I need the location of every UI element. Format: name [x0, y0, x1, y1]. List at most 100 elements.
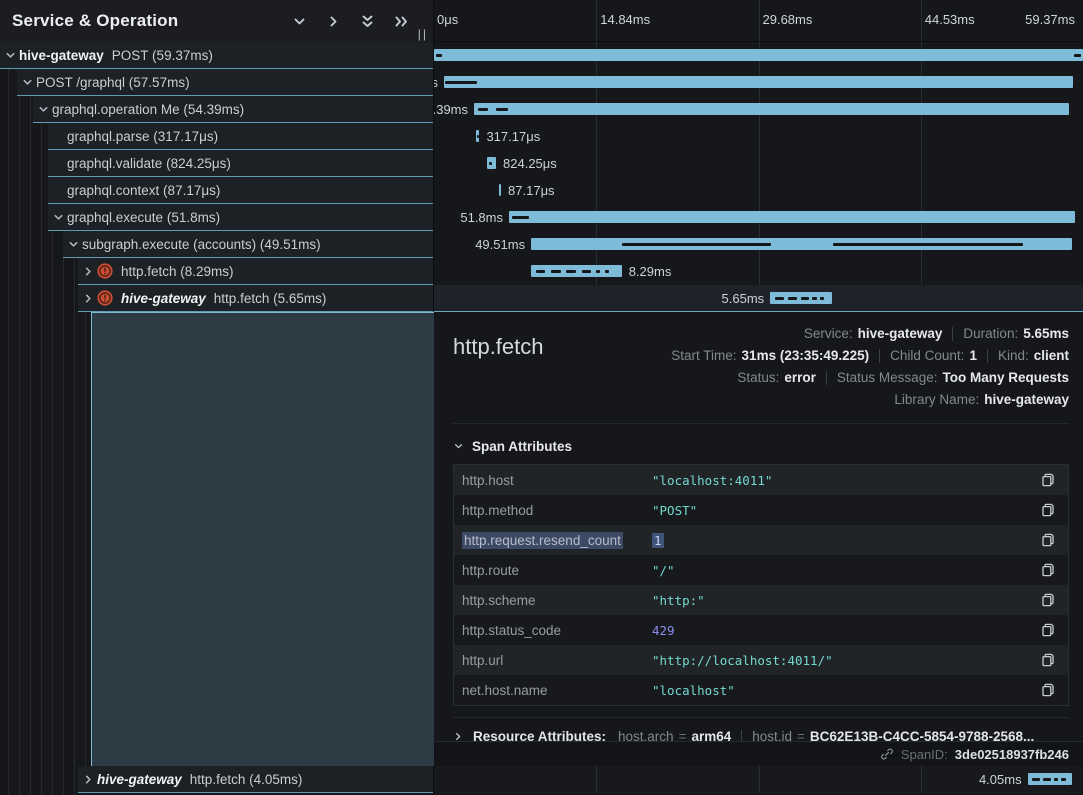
chevron-right-icon[interactable]	[81, 774, 95, 785]
span-name-label: POST /graphql (57.57ms)	[36, 75, 190, 90]
duration-label: 5.65ms	[722, 285, 765, 312]
child-span-mark	[812, 297, 816, 300]
meta-item: Duration:5.65ms	[963, 326, 1069, 341]
duration-label: 49.51ms	[475, 231, 525, 258]
collapse-all-icon[interactable]	[360, 14, 375, 29]
timeline-row: 49.51ms	[434, 231, 1083, 258]
copy-icon[interactable]	[1040, 682, 1056, 698]
attribute-row[interactable]: http.host"localhost:4011"	[454, 465, 1068, 495]
attribute-row[interactable]: http.scheme"http:"	[454, 585, 1068, 615]
timeline-row	[434, 42, 1083, 69]
copy-icon[interactable]	[1040, 622, 1056, 638]
timeline-row: 8.29ms	[434, 258, 1083, 285]
span-meta: Service:hive-gateway Duration:5.65ms Start…	[671, 326, 1069, 407]
chevron-down-icon[interactable]	[51, 212, 65, 223]
chevron-down-icon[interactable]	[3, 50, 17, 61]
meta-line: Start Time:31ms (23:35:49.225)Child Coun…	[671, 348, 1069, 363]
meta-item: Service:hive-gateway	[804, 326, 943, 341]
span-id-value: 3de02518937fb246	[955, 747, 1069, 762]
chevron-down-icon[interactable]	[20, 77, 34, 88]
span-attributes-title: Span Attributes	[472, 439, 572, 454]
attribute-value: 1	[652, 533, 1040, 548]
tree-row[interactable]: POST /graphql (57.57ms)	[17, 69, 433, 96]
span-name-label: graphql.operation Me (54.39ms)	[52, 102, 244, 117]
attribute-row[interactable]: http.status_code429	[454, 615, 1068, 645]
tree-row[interactable]: hive-gatewayhttp.fetch (4.05ms)	[78, 766, 433, 793]
copy-icon[interactable]	[1040, 592, 1056, 608]
child-span-mark	[833, 243, 1023, 246]
chevron-down-icon[interactable]	[66, 239, 80, 250]
time-tick: 0μs	[437, 12, 458, 27]
child-span-mark	[605, 270, 609, 273]
tree-row[interactable]: http.fetch (8.29ms)	[78, 258, 433, 285]
span-duration-bar[interactable]	[474, 103, 1069, 115]
attribute-value: "/"	[652, 563, 1040, 578]
meta-item: Child Count:1	[890, 348, 977, 363]
tree-row[interactable]: hive-gatewayhttp.fetch (5.65ms)	[78, 285, 433, 312]
child-span-mark	[596, 270, 600, 273]
attribute-key: net.host.name	[462, 683, 652, 698]
tree-row[interactable]: graphql.operation Me (54.39ms)	[33, 96, 433, 123]
duration-label: 824.25μs	[503, 150, 557, 177]
chevron-right-icon[interactable]	[81, 293, 95, 304]
tree-row[interactable]: graphql.validate (824.25μs)	[48, 150, 433, 177]
child-span-mark	[801, 297, 809, 300]
attribute-key: http.route	[462, 563, 652, 578]
attribute-row[interactable]: http.route"/"	[454, 555, 1068, 585]
span-attributes-table: http.host"localhost:4011"http.method"POS…	[453, 464, 1069, 706]
span-duration-bar[interactable]	[434, 49, 1083, 61]
service-name: hive-gateway	[19, 48, 104, 63]
timeline-bottom-row: 4.05ms	[434, 766, 1083, 793]
tree-header: Service & Operation ||	[0, 0, 433, 42]
meta-divider	[987, 349, 988, 363]
service-name: hive-gateway	[121, 291, 206, 306]
attribute-row[interactable]: http.request.resend_count1	[454, 525, 1068, 555]
meta-divider	[952, 327, 953, 341]
tree-row[interactable]: hive-gateway POST (59.37ms)	[0, 42, 433, 69]
time-tick: 44.53ms	[925, 12, 975, 27]
tree-row[interactable]: graphql.execute (51.8ms)	[48, 204, 433, 231]
attribute-key: http.status_code	[462, 623, 652, 638]
tree-row[interactable]: graphql.context (87.17μs)	[48, 177, 433, 204]
attribute-value: "localhost:4011"	[652, 473, 1040, 488]
meta-item: Status:error	[737, 370, 816, 385]
span-duration-bar[interactable]	[499, 184, 501, 196]
collapse-one-icon[interactable]	[292, 14, 307, 29]
copy-icon[interactable]	[1040, 472, 1056, 488]
attribute-key: http.scheme	[462, 593, 652, 608]
span-name-label: POST (59.37ms)	[112, 48, 213, 63]
copy-icon[interactable]	[1040, 502, 1056, 518]
chevron-right-icon[interactable]	[81, 266, 95, 277]
duration-label: 51.8ms	[460, 204, 503, 231]
child-span-mark	[489, 162, 492, 165]
span-duration-bar[interactable]	[509, 211, 1075, 223]
tree-row[interactable]: graphql.parse (317.17μs)	[48, 123, 433, 150]
meta-item: Kind:client	[998, 348, 1069, 363]
link-icon[interactable]	[880, 747, 894, 761]
attribute-row[interactable]: net.host.name"localhost"	[454, 675, 1068, 705]
chevron-down-icon[interactable]	[36, 104, 50, 115]
attribute-value: 429	[652, 623, 1040, 638]
copy-icon[interactable]	[1040, 652, 1056, 668]
copy-icon[interactable]	[1040, 562, 1056, 578]
span-name-label: subgraph.execute (accounts) (49.51ms)	[82, 237, 321, 252]
attribute-value: "http://localhost:4011/"	[652, 653, 1040, 668]
indent-guide	[41, 42, 42, 795]
expand-one-icon[interactable]	[326, 14, 341, 29]
chevron-down-icon	[453, 441, 464, 452]
timeline-row: 87.17μs	[434, 177, 1083, 204]
timeline-row: 51.8ms	[434, 204, 1083, 231]
error-icon	[97, 290, 113, 306]
attribute-row[interactable]: http.method"POST"	[454, 495, 1068, 525]
copy-icon[interactable]	[1040, 532, 1056, 548]
span-duration-bar[interactable]	[444, 76, 1073, 88]
indent-guide	[8, 42, 9, 795]
attribute-row[interactable]: http.url"http://localhost:4011/"	[454, 645, 1068, 675]
meta-divider	[879, 349, 880, 363]
child-span-mark	[512, 216, 528, 219]
span-attributes-header[interactable]: Span Attributes	[453, 439, 1069, 454]
panel-resize-handle[interactable]: ||	[418, 27, 428, 41]
child-span-mark	[1061, 778, 1065, 781]
tree-row[interactable]: subgraph.execute (accounts) (49.51ms)	[63, 231, 433, 258]
expand-all-icon[interactable]	[394, 14, 409, 29]
